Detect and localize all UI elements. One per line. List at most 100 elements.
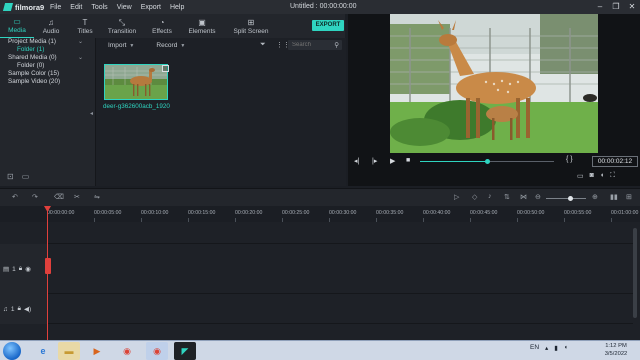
close-button[interactable]: ✕ [624, 0, 640, 14]
record-dropdown[interactable]: Record ▼ [156, 42, 185, 49]
play-icon[interactable]: ▶ [390, 157, 395, 165]
file-explorer-icon[interactable]: ▬ [58, 342, 80, 360]
undo-icon[interactable]: ↶ [12, 193, 18, 201]
playback-progress[interactable] [420, 159, 554, 164]
chevron-down-icon[interactable]: ⌄ [78, 38, 83, 46]
filter-icon[interactable]: ⏷ [260, 41, 266, 49]
timecode-display: 00:00:02:12 [592, 156, 638, 167]
maximize-button[interactable]: ❐ [608, 0, 624, 14]
step-back-icon[interactable]: |▸ [372, 157, 377, 165]
monitor-icon[interactable]: ▭ [577, 172, 584, 180]
tab-split-screen[interactable]: ⊞ Split Screen [222, 14, 280, 38]
tab-transition[interactable]: ⤡ Transition [102, 14, 142, 38]
zoom-in-icon[interactable]: ⊕ [592, 193, 598, 201]
logo-text: filmora9 [15, 2, 45, 12]
deer-preview-image [390, 14, 598, 153]
ruler-tick-label: 00:00:05:00 [94, 210, 122, 216]
tab-effects[interactable]: ◔ Effects [142, 14, 182, 38]
tree-item-sample-color[interactable]: Sample Color (15) [0, 70, 96, 78]
search-field[interactable]: ⚲ [288, 40, 342, 50]
menu-view[interactable]: View [117, 4, 132, 11]
audio-track-header: ♫ 1 🔒︎ ◀) [0, 294, 47, 324]
split-icon[interactable]: ⋈ [520, 193, 527, 201]
previous-frame-icon[interactable]: ◂| [354, 157, 359, 165]
network-icon[interactable]: ▮ [554, 344, 558, 352]
chrome-icon-2[interactable]: ◉ [146, 342, 168, 360]
lock-icon[interactable]: 🔒︎ [18, 305, 21, 313]
zoom-out-icon[interactable]: ⊖ [535, 193, 541, 201]
search-input[interactable] [288, 40, 332, 50]
mark-in-out-icon[interactable]: { } [566, 156, 573, 163]
search-icon[interactable]: ⚲ [334, 41, 339, 49]
taskbar-clock[interactable]: 1:12 PM 3/5/2022 [598, 342, 634, 358]
snapshot-icon[interactable]: ◙ [590, 172, 594, 180]
video-track-lane[interactable] [47, 244, 633, 294]
mixer-icon[interactable]: ⇅ [504, 193, 510, 201]
progress-handle[interactable] [485, 159, 490, 164]
player-controls: ◂| |▸ ▶ ■ { } 00:00:02:12 ▭ ◙ ◖ ⛶ [348, 153, 640, 186]
thumbnail-checkbox[interactable] [162, 65, 169, 72]
tree-item-sample-video[interactable]: Sample Video (20) [0, 78, 96, 86]
media-item-name: deer-g362600acb_1920 [103, 103, 170, 110]
menu-file[interactable]: File [50, 4, 61, 11]
voiceover-icon[interactable]: ♪ [488, 193, 492, 200]
media-player-icon[interactable]: ▶ [86, 342, 108, 360]
redo-icon[interactable]: ↷ [32, 193, 38, 201]
zoom-handle[interactable] [568, 196, 573, 201]
folder-icon[interactable]: ▭ [22, 172, 30, 181]
ruler-tick-label: 00:00:30:00 [329, 210, 357, 216]
start-button[interactable] [3, 342, 21, 360]
language-indicator[interactable]: EN [530, 344, 539, 352]
filmora-taskbar-icon[interactable]: ◤ [174, 342, 196, 360]
import-dropdown[interactable]: Import ▼ [108, 42, 134, 49]
speaker-icon[interactable]: ◀) [24, 305, 31, 313]
timeline-ruler[interactable]: 00:00:00:00 00:00:05:00 00:00:10:00 00:00:1… [0, 206, 640, 222]
timeline-toolbar: ↶ ↷ ⌫ ✂ ⇋ ▷ ◇ ♪ ⇅ ⋈ ⊖ ⊕ ▮▮ ⊞ [0, 188, 640, 206]
app-logo: filmora9 [2, 2, 50, 12]
tree-item-shared-media[interactable]: Shared Media (0) ⌄ [0, 54, 96, 62]
zoom-slider[interactable] [546, 196, 586, 201]
minimize-button[interactable]: – [592, 0, 608, 14]
tab-media[interactable]: ▭ Media [0, 14, 34, 38]
media-tree: Project Media (1) ⌄ Folder (1) Shared Me… [0, 38, 96, 86]
volume-tray-icon[interactable]: ◖ [564, 344, 568, 352]
eye-icon[interactable]: ◉ [25, 265, 31, 273]
marker-icon[interactable]: ◇ [472, 193, 477, 201]
fit-icon[interactable]: ⊞ [626, 193, 632, 201]
chevron-down-icon: ▼ [129, 42, 135, 49]
deer-thumbnail-image [105, 65, 167, 99]
tab-titles[interactable]: T Titles [68, 14, 102, 38]
collapse-panel-icon[interactable]: ◂ [90, 110, 93, 117]
cut-icon[interactable]: ✂ [74, 193, 80, 201]
new-folder-icon[interactable]: ⊡ [7, 172, 14, 181]
stop-icon[interactable]: ■ [406, 157, 410, 164]
tree-item-shared-folder[interactable]: Folder (0) [0, 62, 96, 70]
media-thumbnail[interactable] [104, 64, 168, 100]
adjust-icon[interactable]: ⇋ [94, 193, 100, 201]
tray-chevron-icon[interactable]: ▴ [545, 344, 548, 352]
export-button[interactable]: EXPORT [312, 20, 344, 31]
timeline-scrollbar[interactable] [633, 228, 637, 318]
tree-item-project-folder[interactable]: Folder (1) [0, 46, 96, 54]
internet-explorer-icon[interactable]: e [32, 342, 54, 360]
menu-tools[interactable]: Tools [91, 4, 107, 11]
tree-item-project-media[interactable]: Project Media (1) ⌄ [0, 38, 96, 46]
ruler-tick-label: 00:00:25:00 [282, 210, 310, 216]
chrome-icon[interactable]: ◉ [116, 342, 138, 360]
delete-icon[interactable]: ⌫ [54, 193, 64, 201]
volume-icon[interactable]: ◖ [600, 172, 604, 180]
playhead-track-marker[interactable] [45, 258, 51, 274]
tab-elements[interactable]: ▣ Elements [182, 14, 222, 38]
chevron-down-icon[interactable]: ⌄ [78, 54, 83, 62]
audio-track-lane[interactable] [47, 294, 633, 324]
render-icon[interactable]: ▷ [454, 193, 459, 201]
windows-taskbar: e ▬ ▶ ◉ ◉ ◤ EN ▴ ▮ ◖ 1:12 PM 3/5/2022 [0, 340, 640, 360]
menu-help[interactable]: Help [170, 4, 184, 11]
columns-icon[interactable]: ▮▮ [610, 193, 618, 201]
ruler-tick-label: 00:00:10:00 [141, 210, 169, 216]
menu-edit[interactable]: Edit [70, 4, 82, 11]
tab-audio[interactable]: ♫ Audio [34, 14, 68, 38]
fullscreen-icon[interactable]: ⛶ [610, 172, 615, 180]
lock-icon[interactable]: 🔒︎ [19, 265, 22, 273]
menu-export[interactable]: Export [141, 4, 161, 11]
